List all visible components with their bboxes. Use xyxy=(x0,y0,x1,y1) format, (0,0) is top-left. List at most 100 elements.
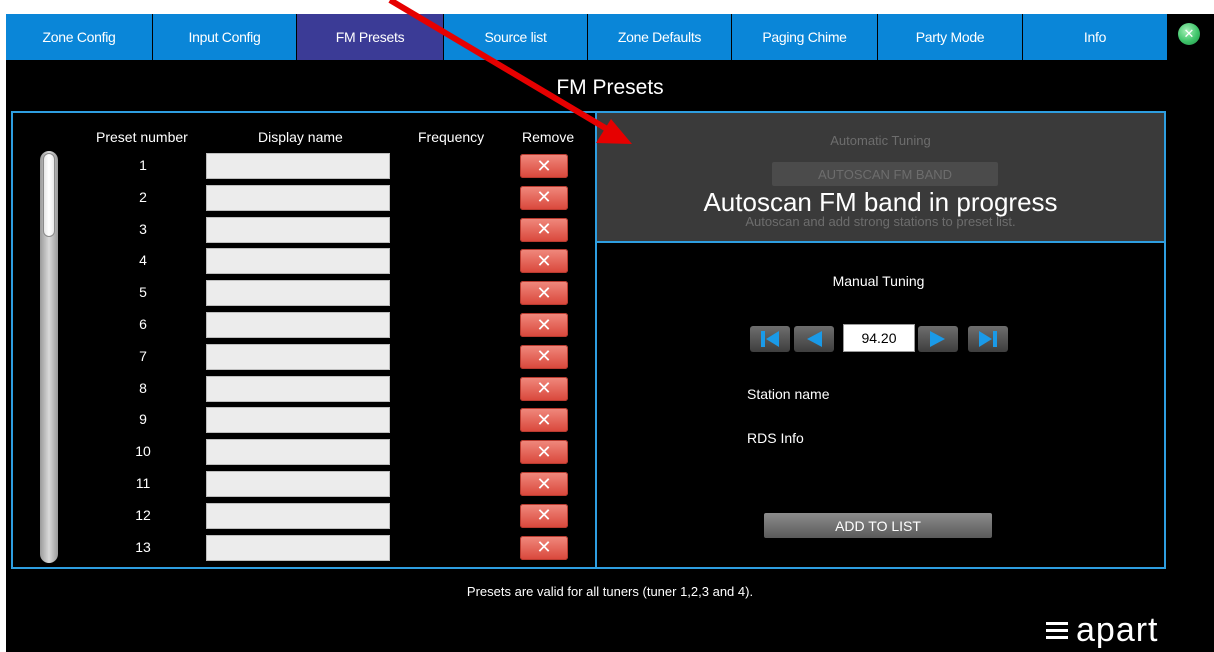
app-window: Zone Config Input Config FM Presets Sour… xyxy=(6,14,1214,652)
remove-preset-button[interactable]: ✕ xyxy=(520,344,568,369)
preset-row: 2 ✕ xyxy=(13,183,593,214)
station-name-label: Station name xyxy=(747,386,830,402)
tab-zone-defaults[interactable]: Zone Defaults xyxy=(588,14,732,60)
x-icon: ✕ xyxy=(536,250,552,271)
remove-preset-button[interactable]: ✕ xyxy=(520,249,568,274)
preset-display-name-input[interactable] xyxy=(206,407,390,434)
preset-display-name-input[interactable] xyxy=(206,375,390,402)
preset-display-name-input[interactable] xyxy=(206,248,390,275)
preset-row: 6 ✕ xyxy=(13,310,593,341)
remove-preset-button[interactable]: ✕ xyxy=(520,185,568,210)
page-title: FM Presets xyxy=(556,76,664,99)
x-icon: ✕ xyxy=(536,155,552,176)
preset-number: 11 xyxy=(135,475,151,491)
preset-number: 7 xyxy=(139,347,147,364)
logo-lines-icon xyxy=(1046,622,1068,639)
tab-bar: Zone Config Input Config FM Presets Sour… xyxy=(6,14,1214,60)
preset-number: 12 xyxy=(135,506,151,523)
preset-row: 1 ✕ xyxy=(13,151,593,182)
preset-number: 13 xyxy=(135,538,151,555)
x-icon: ✕ xyxy=(536,409,552,430)
step-back-icon xyxy=(807,331,822,347)
preset-display-name-input[interactable] xyxy=(206,471,390,497)
remove-preset-button[interactable]: ✕ xyxy=(520,440,568,465)
preset-display-name-input[interactable] xyxy=(206,534,390,561)
x-icon: ✕ xyxy=(536,537,552,558)
preset-number: 6 xyxy=(139,316,147,332)
x-icon: ✕ xyxy=(536,346,552,367)
preset-number: 4 xyxy=(139,252,147,269)
skip-back-button[interactable] xyxy=(750,326,790,352)
remove-preset-button[interactable]: ✕ xyxy=(520,535,568,560)
x-icon: ✕ xyxy=(536,505,552,526)
remove-preset-button[interactable]: ✕ xyxy=(520,313,568,337)
preset-row: 4 ✕ xyxy=(13,246,593,277)
automatic-tuning-title: Automatic Tuning xyxy=(830,133,931,148)
apart-logo: apart xyxy=(1046,610,1159,650)
add-to-list-button[interactable]: ADD TO LIST xyxy=(764,513,992,538)
preset-number: 1 xyxy=(139,157,147,173)
footer-note: Presets are valid for all tuners (tuner … xyxy=(466,584,754,599)
skip-back-icon xyxy=(761,331,779,347)
remove-preset-button[interactable]: ✕ xyxy=(520,503,568,528)
manual-tuning-title: Manual Tuning xyxy=(832,273,925,289)
preset-display-name-input[interactable] xyxy=(206,184,390,211)
remove-preset-button[interactable]: ✕ xyxy=(520,217,568,242)
header-display-name: Display name xyxy=(258,129,343,145)
header-remove: Remove xyxy=(522,129,575,145)
tab-party-mode[interactable]: Party Mode xyxy=(878,14,1023,60)
preset-row: 5 ✕ xyxy=(13,278,593,309)
remove-preset-button[interactable]: ✕ xyxy=(520,154,568,178)
remove-preset-button[interactable]: ✕ xyxy=(520,376,568,401)
preset-display-name-input[interactable] xyxy=(206,439,390,466)
tab-paging-chime[interactable]: Paging Chime xyxy=(732,14,878,60)
x-icon: ✕ xyxy=(536,441,552,462)
preset-number: 9 xyxy=(139,411,147,428)
preset-display-name-input[interactable] xyxy=(206,280,390,307)
tab-zone-config[interactable]: Zone Config xyxy=(6,14,153,60)
preset-row: 13 ✕ xyxy=(13,533,593,564)
preset-row: 12 ✕ xyxy=(13,501,593,532)
close-circle-icon[interactable]: ✕ xyxy=(1178,23,1200,45)
preset-row: 7 ✕ xyxy=(13,342,593,373)
preset-display-name-input[interactable] xyxy=(206,312,390,338)
remove-preset-button[interactable]: ✕ xyxy=(520,472,568,496)
autoscan-progress-message: Autoscan FM band in progress xyxy=(703,187,1058,217)
preset-row: 8 ✕ xyxy=(13,374,593,405)
preset-display-name-input[interactable] xyxy=(206,502,390,529)
tab-fm-presets[interactable]: FM Presets xyxy=(297,14,444,60)
preset-number: 2 xyxy=(139,188,147,205)
x-icon: ✕ xyxy=(536,282,552,303)
x-icon: ✕ xyxy=(536,378,552,399)
autoscan-fm-band-button[interactable]: AUTOSCAN FM BAND xyxy=(772,162,998,186)
preset-display-name-input[interactable] xyxy=(206,343,390,370)
tab-source-list[interactable]: Source list xyxy=(444,14,588,60)
preset-display-name-input[interactable] xyxy=(206,153,390,179)
step-forward-icon xyxy=(930,331,945,347)
preset-number: 3 xyxy=(139,220,147,237)
preset-number: 8 xyxy=(139,379,147,396)
x-icon: ✕ xyxy=(536,473,552,494)
x-icon: ✕ xyxy=(536,314,552,335)
skip-forward-icon xyxy=(979,331,997,347)
preset-display-name-input[interactable] xyxy=(206,216,390,243)
preset-row: 11 ✕ xyxy=(13,469,593,500)
preset-row: 3 ✕ xyxy=(13,215,593,246)
skip-forward-button[interactable] xyxy=(968,326,1008,352)
tab-info[interactable]: Info xyxy=(1023,14,1168,60)
frequency-input[interactable]: 94.20 xyxy=(843,324,915,352)
logo-text: apart xyxy=(1076,610,1159,649)
tab-input-config[interactable]: Input Config xyxy=(153,14,297,60)
preset-number: 10 xyxy=(135,443,151,460)
header-preset-number: Preset number xyxy=(96,129,188,145)
preset-row: 10 ✕ xyxy=(13,437,593,468)
rds-info-label: RDS Info xyxy=(747,430,804,446)
header-frequency: Frequency xyxy=(418,129,485,145)
remove-preset-button[interactable]: ✕ xyxy=(520,281,568,306)
step-forward-button[interactable] xyxy=(918,326,958,352)
remove-preset-button[interactable]: ✕ xyxy=(520,408,568,433)
automatic-tuning-section: Automatic Tuning AUTOSCAN FM BAND Autosc… xyxy=(597,113,1164,241)
step-back-button[interactable] xyxy=(794,326,834,352)
preset-number: 5 xyxy=(139,284,147,301)
tuning-divider xyxy=(597,241,1164,243)
